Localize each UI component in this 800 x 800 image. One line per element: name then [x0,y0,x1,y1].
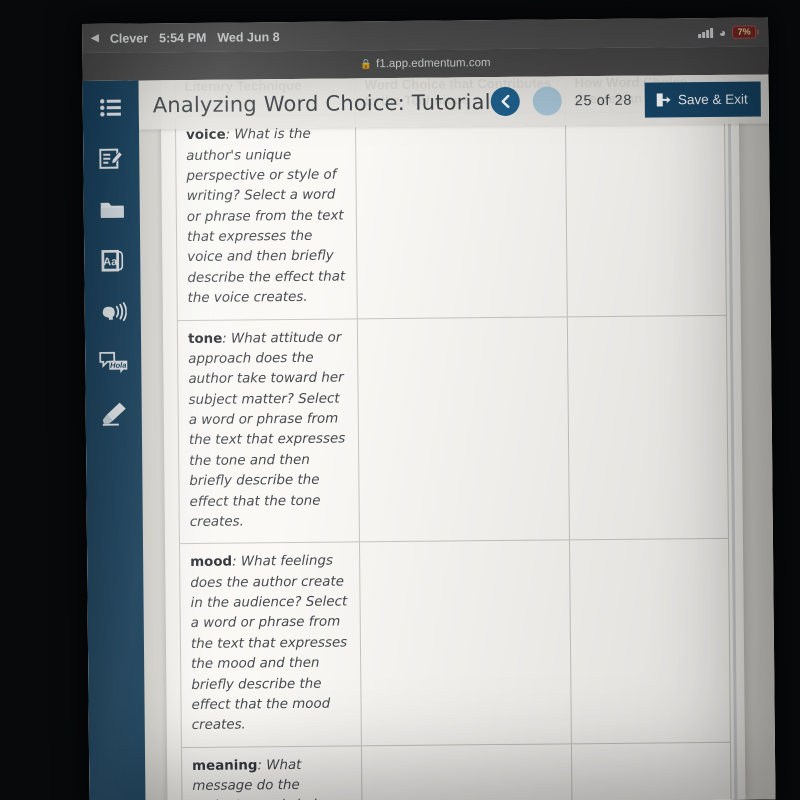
menu-list-icon [100,99,121,117]
battery-percent-label: 7% [737,26,751,37]
lock-icon: 🔒 [360,58,373,70]
effect-cell-tone[interactable] [567,314,729,541]
dictionary-icon: Aa [100,249,123,272]
status-bar-date: Wed Jun 8 [217,29,280,45]
svg-text:Aa: Aa [103,256,118,268]
term-tone: tone [187,331,223,347]
text-to-speech-icon [102,302,127,322]
technique-cell-meaning: meaning: What message do the author's wo… [181,745,364,800]
next-page-button[interactable] [532,86,562,116]
previous-page-button[interactable] [490,86,520,117]
sidebar-item-menu-list[interactable] [94,93,128,123]
folder-icon [100,202,124,218]
svg-text:Hola: Hola [110,361,126,370]
navigation-controls: 25 of 28 Save & Exit [490,81,769,119]
technique-cell-voice: voice: What is the author's unique persp… [175,115,358,321]
term-voice: voice [186,127,226,144]
sidebar-item-translate[interactable]: Hola [96,348,130,378]
chevron-left-icon [501,94,510,108]
table-row: mood: What feelings does the author crea… [179,538,731,748]
url-text: f1.app.edmentum.com [376,57,491,71]
literary-technique-table: Literary Technique Word Choice that Cont… [174,74,733,800]
term-mood: mood [190,554,233,571]
prompt-tone: : What attitude or approach does the aut… [188,330,346,530]
technique-cell-tone: tone: What attitude or approach does the… [177,318,360,544]
lesson-page: Literary Technique Word Choice that Cont… [160,74,746,800]
table-row: meaning: What message do the author's wo… [181,741,733,800]
tool-sidebar: Aa Hola [82,80,146,800]
sidebar-item-highlighter[interactable] [97,399,131,429]
word-choice-cell-voice[interactable] [355,113,568,319]
status-bar-right: ◕ 7% [698,25,768,39]
save-and-exit-button[interactable]: Save & Exit [644,81,761,118]
back-arrow-icon[interactable]: ◀ [91,32,99,43]
sidebar-item-dictionary[interactable]: Aa [95,246,129,276]
word-choice-cell-tone[interactable] [357,316,570,543]
effect-cell-mood[interactable] [569,538,731,744]
tablet-screen: ◀ Clever 5:54 PM Wed Jun 8 ◕ 7% 🔒 f1.app… [82,17,776,800]
sidebar-item-folder[interactable] [95,195,129,225]
effect-cell-voice[interactable] [565,111,727,317]
notepad-pencil-icon [99,148,123,169]
status-bar-left: ◀ Clever 5:54 PM Wed Jun 8 [82,30,280,46]
table-row: tone: What attitude or approach does the… [177,314,729,544]
sidebar-item-notepad[interactable] [94,144,128,174]
status-bar-time: 5:54 PM [159,30,207,45]
prompt-mood: : What feelings does the author create i… [190,553,348,734]
effect-cell-meaning[interactable] [571,741,733,800]
page-title: Analyzing Word Choice: Tutorial [152,89,491,117]
highlighter-icon [102,402,126,426]
word-choice-cell-meaning[interactable] [361,743,574,800]
exit-icon [656,93,671,107]
translate-icon: Hola [98,351,127,374]
back-app-label[interactable]: Clever [110,31,148,45]
page-viewport: Aa Hola voice: What is the author's uniq… [82,74,776,800]
save-and-exit-label: Save & Exit [677,91,748,108]
battery-charging-icon: 7% [732,25,757,39]
word-choice-cell-mood[interactable] [359,540,572,746]
sidebar-item-text-to-speech[interactable] [96,297,130,327]
app-header-bar: Analyzing Word Choice: Tutorial 25 of 28 [138,74,769,130]
prompt-voice: : What is the author's unique perspectiv… [186,126,346,307]
wifi-icon: ◕ [718,25,727,40]
table-row: voice: What is the author's unique persp… [175,111,727,321]
photo-of-tablet-screen: ◀ Clever 5:54 PM Wed Jun 8 ◕ 7% 🔒 f1.app… [0,0,800,800]
cellular-bars-icon [698,27,713,38]
page-indicator: 25 of 28 [574,92,633,109]
term-meaning: meaning [192,758,258,774]
technique-cell-mood: mood: What feelings does the author crea… [179,542,362,748]
